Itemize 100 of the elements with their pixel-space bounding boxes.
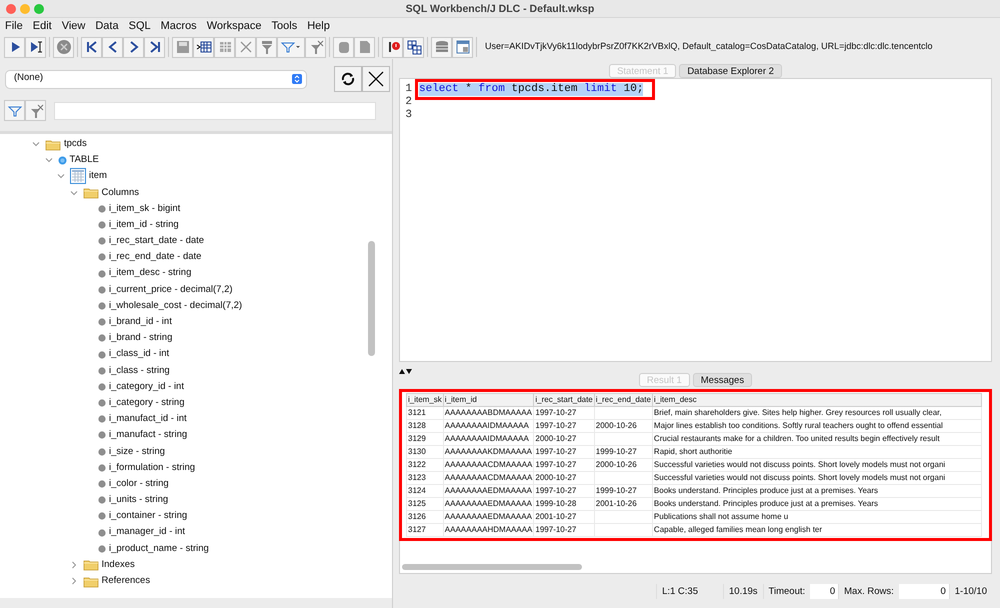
table-cell: AAAAAAAAKDMAAAAA xyxy=(443,446,534,458)
row-range: 1-10/10 xyxy=(948,584,992,598)
cursor-position: L:1 C:35 xyxy=(656,584,703,598)
tree-item[interactable]: item xyxy=(89,169,107,184)
tree-item[interactable]: i_size - string xyxy=(109,444,165,459)
tab[interactable]: Database Explorer 2 xyxy=(679,64,782,78)
menu-item[interactable]: Workspace xyxy=(202,18,267,35)
chevron-icon[interactable] xyxy=(70,188,78,197)
toolbar-button[interactable] xyxy=(102,36,123,58)
column-header[interactable]: i_item_sk xyxy=(406,394,444,406)
toolbar-button[interactable] xyxy=(81,36,102,58)
filter-field[interactable] xyxy=(54,102,376,120)
tree-item[interactable]: i_category - string xyxy=(109,396,185,410)
table-cell: Books understand. Principles produce just at a premises. Years xyxy=(652,498,982,510)
dot-icon xyxy=(98,221,106,230)
chevron-icon[interactable] xyxy=(44,156,52,164)
dot-icon xyxy=(98,544,106,553)
table-cell: AAAAAAAAEDMAAAAA xyxy=(443,498,534,510)
dot-icon xyxy=(98,350,106,359)
toolbar-button[interactable] xyxy=(123,36,144,58)
folder-icon xyxy=(82,574,98,588)
tree-item[interactable]: i_current_price - decimal(7,2) xyxy=(109,282,233,297)
line-number: 3 xyxy=(404,109,412,122)
max-rows-field[interactable]: 0 xyxy=(898,584,949,598)
close-icon xyxy=(367,70,385,88)
column-header[interactable]: i_item_id xyxy=(443,394,534,406)
table-cell: Crucial restaurants make for a children. Too united results begin effectively result xyxy=(652,432,982,446)
menu-item[interactable]: SQL xyxy=(124,18,156,35)
tree-item[interactable]: i_manufact_id - int xyxy=(109,412,187,426)
dot-icon xyxy=(98,270,106,278)
chevron-icon[interactable] xyxy=(57,172,65,180)
tree-item[interactable]: i_rec_start_date - date xyxy=(109,234,204,248)
tree-item[interactable]: i_container - string xyxy=(109,509,188,524)
tree-item[interactable]: i_manager_id - int xyxy=(109,525,186,540)
dot-icon xyxy=(98,204,106,213)
tree-item[interactable]: References xyxy=(102,574,150,588)
table-cell: 1999-10-28 xyxy=(534,498,594,510)
tree-item[interactable]: Columns xyxy=(102,186,139,200)
scrollbar-thumb[interactable] xyxy=(368,241,375,356)
toolbar-button[interactable] xyxy=(403,36,424,58)
tree-item[interactable]: i_brand_id - int xyxy=(109,315,172,330)
chevron-icon[interactable] xyxy=(70,560,78,569)
close-button[interactable] xyxy=(362,66,390,92)
tree-item[interactable]: i_brand - string xyxy=(109,331,172,346)
tree-item[interactable]: i_wholesale_cost - decimal(7,2) xyxy=(109,298,242,314)
table-cell: 3130 xyxy=(406,446,444,458)
chevron-icon[interactable] xyxy=(32,140,40,148)
table-cell: AAAAAAAAHDMAAAAA xyxy=(443,524,534,536)
menu-item[interactable]: Tools xyxy=(266,18,302,35)
column-header[interactable]: i_rec_end_date xyxy=(594,394,652,406)
refresh-icon xyxy=(340,71,356,87)
tree-item[interactable]: i_manufact - string xyxy=(109,428,188,443)
clear-filter-button[interactable] xyxy=(25,100,46,121)
tree-item[interactable]: i_product_name - string xyxy=(109,542,209,556)
toolbar-button[interactable] xyxy=(144,36,165,58)
tree-item[interactable]: i_units - string xyxy=(109,493,168,508)
column-header[interactable]: i_item_desc xyxy=(652,394,982,406)
toolbar-button[interactable] xyxy=(4,36,25,58)
chevron-icon[interactable] xyxy=(70,577,78,586)
profile-dropdown[interactable]: (None) xyxy=(6,70,306,88)
tree-item[interactable]: i_color - string xyxy=(109,476,169,492)
tree-item[interactable]: i_item_sk - bigint xyxy=(109,202,180,216)
tree-item[interactable]: i_item_desc - string xyxy=(109,266,192,281)
tree-item[interactable]: TABLE xyxy=(70,153,99,168)
tree-item[interactable]: i_formulation - string xyxy=(109,460,196,475)
refresh-button[interactable] xyxy=(334,66,362,92)
tree-item[interactable]: i_item_id - string xyxy=(109,218,179,232)
menu-item[interactable]: Edit xyxy=(28,18,57,35)
timeout-field[interactable]: 0 xyxy=(810,584,838,598)
table-cell: 1999-10-27 xyxy=(594,484,652,498)
tree-item[interactable]: Indexes xyxy=(102,558,135,572)
tree-item[interactable]: i_class_id - int xyxy=(109,347,170,362)
tree-item[interactable]: tpcds xyxy=(64,136,87,152)
toolbar-button[interactable] xyxy=(382,36,403,58)
menu-item[interactable]: Help xyxy=(302,18,335,35)
tree-item[interactable]: i_rec_end_date - date xyxy=(109,250,202,265)
filter-button[interactable] xyxy=(4,100,25,121)
tree-item[interactable]: i_category_id - int xyxy=(109,380,184,394)
menu-item[interactable]: File xyxy=(0,18,28,35)
toolbar-button[interactable] xyxy=(193,36,214,58)
menu-item[interactable]: Macros xyxy=(156,18,202,35)
table-cell: Books understand. Principles produce just at a premises. Years xyxy=(652,484,982,498)
table-cell: 1997-10-27 xyxy=(534,458,594,472)
table-cell: Major lines establish too conditions. Softly rural teachers ought to offend essential xyxy=(652,420,982,432)
table-cell: Brief, main shareholders give. Sites help higher. Grey resources roll usually clear, xyxy=(652,406,982,420)
zoom-button[interactable] xyxy=(34,4,44,14)
table-cell: 3127 xyxy=(406,524,444,536)
split-arrows-icon[interactable] xyxy=(399,368,413,375)
tab[interactable]: Messages xyxy=(692,373,752,387)
table-cell: 3123 xyxy=(406,472,444,484)
connection-info: User=AKIDvTjkVy6k11lodybrPsrZ0f7KK2rVBxlQ, Default_catalog=CosDataCatalog, URL=jdbc:dlc:dlc.tencentclo xyxy=(485,40,932,54)
menu-item[interactable]: View xyxy=(56,18,90,35)
window-title: SQL Workbench/J DLC - Default.wksp xyxy=(406,2,594,17)
toolbar-button[interactable] xyxy=(25,36,46,58)
tree-item[interactable]: i_class - string xyxy=(109,364,170,378)
database-stack-icon xyxy=(434,39,450,55)
menu-item[interactable]: Data xyxy=(90,18,124,35)
table-cell: AAAAAAAAIDMAAAAA xyxy=(443,420,534,432)
column-header[interactable]: i_rec_start_date xyxy=(534,394,594,406)
scrollbar-thumb[interactable] xyxy=(402,564,582,570)
